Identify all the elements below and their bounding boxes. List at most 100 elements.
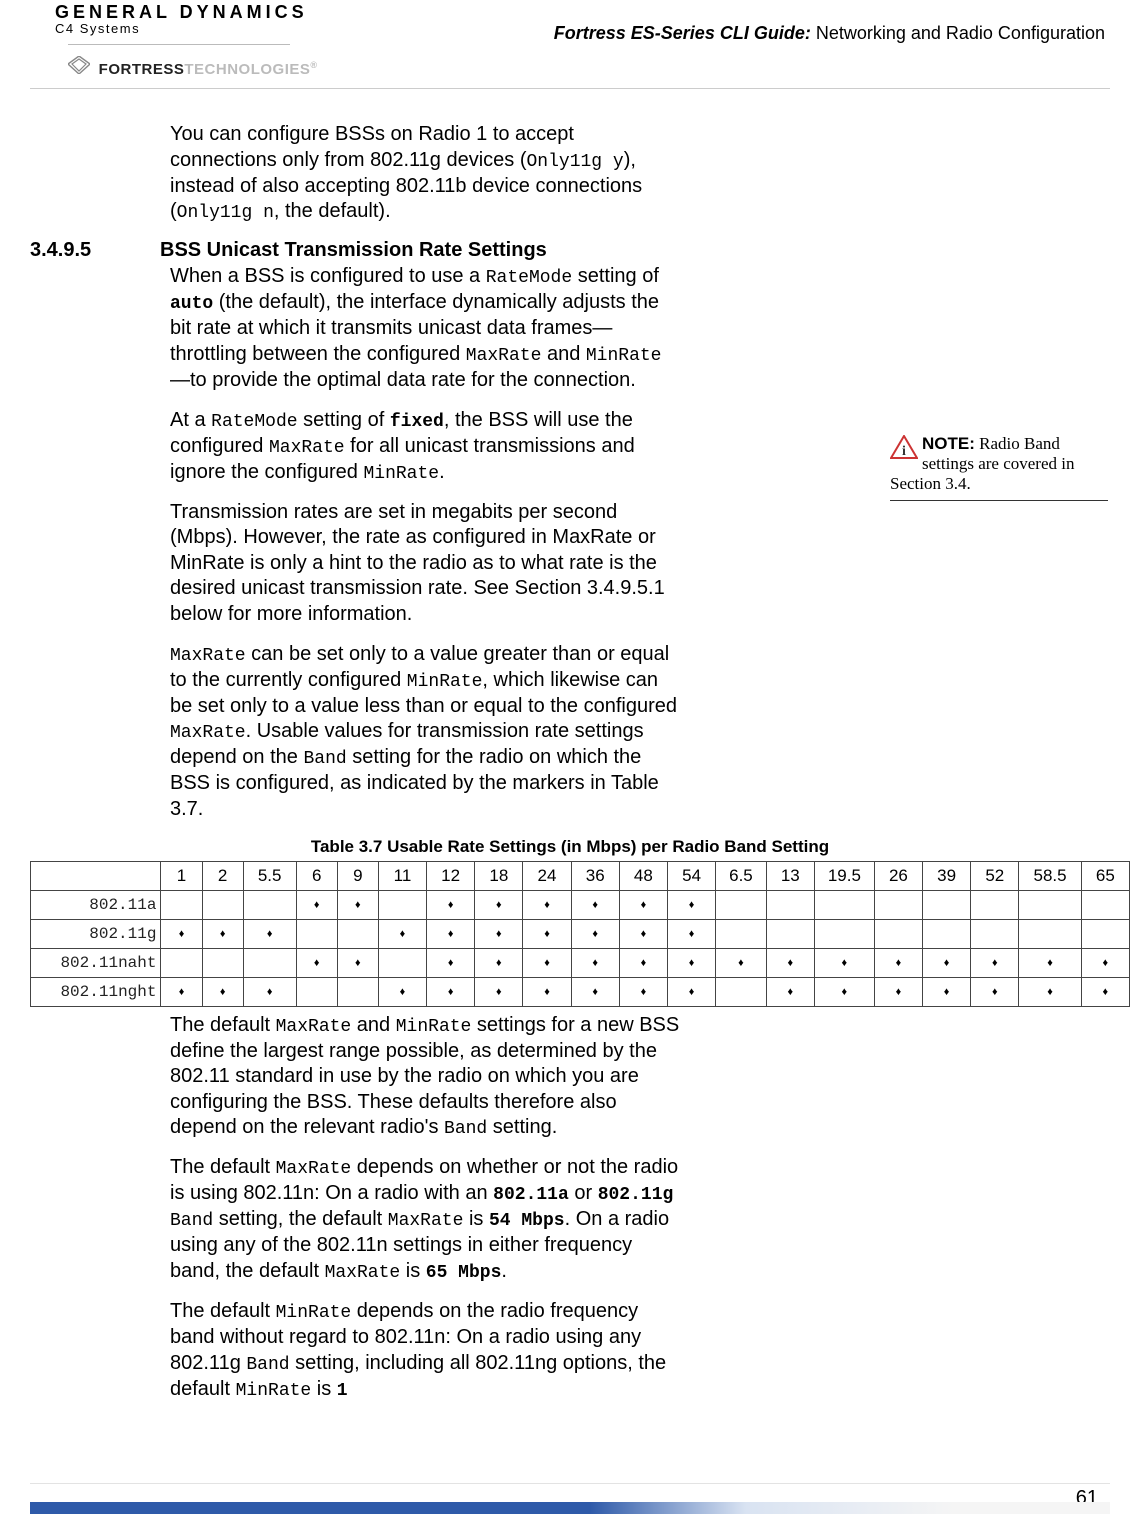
- supported-mark: ♦: [427, 919, 475, 948]
- supported-mark: ♦: [378, 977, 426, 1006]
- code: MaxRate: [170, 723, 246, 743]
- section-title: BSS Unicast Transmission Rate Settings: [160, 239, 547, 262]
- supported-mark: ♦: [161, 919, 202, 948]
- supported-mark: ♦: [716, 948, 767, 977]
- table-row-label: 802.11a: [31, 890, 161, 919]
- empty-cell: [202, 948, 243, 977]
- supported-mark: ♦: [766, 948, 814, 977]
- supported-mark: ♦: [814, 948, 874, 977]
- code: MaxRate: [170, 646, 246, 666]
- header-rule: [30, 88, 1110, 89]
- supported-mark: ♦: [296, 890, 337, 919]
- supported-mark: ♦: [523, 977, 571, 1006]
- text: is: [311, 1378, 337, 1400]
- table-header-cell: 12: [427, 861, 475, 890]
- text: and: [541, 343, 585, 365]
- supported-mark: ♦: [337, 890, 378, 919]
- note-label: NOTE:: [922, 434, 975, 453]
- code: Only11g y: [527, 152, 624, 172]
- table-header-cell: 24: [523, 861, 571, 890]
- table-header-cell: 52: [971, 861, 1019, 890]
- code: MinRate: [236, 1381, 312, 1401]
- empty-cell: [161, 890, 202, 919]
- table-header-cell: 39: [923, 861, 971, 890]
- supported-mark: ♦: [667, 977, 715, 1006]
- empty-cell: [874, 890, 922, 919]
- supported-mark: ♦: [202, 977, 243, 1006]
- supported-mark: ♦: [971, 977, 1019, 1006]
- body-text: When a BSS is configured to use a RateMo…: [170, 264, 680, 822]
- supported-mark: ♦: [475, 890, 523, 919]
- code: 54 Mbps: [489, 1211, 565, 1231]
- code: 802.11a: [493, 1185, 569, 1205]
- supported-mark: ♦: [571, 890, 619, 919]
- empty-cell: [766, 890, 814, 919]
- footer-rule: [30, 1483, 1110, 1484]
- table-caption: Table 3.7 Usable Rate Settings (in Mbps)…: [30, 837, 1110, 857]
- page-title-product: Fortress ES-Series CLI Guide:: [554, 23, 811, 43]
- supported-mark: ♦: [337, 948, 378, 977]
- supported-mark: ♦: [1081, 948, 1129, 977]
- empty-cell: [296, 977, 337, 1006]
- empty-cell: [971, 919, 1019, 948]
- code: MaxRate: [388, 1211, 464, 1231]
- content-area: You can configure BSSs on Radio 1 to acc…: [0, 90, 1140, 1403]
- supported-mark: ♦: [874, 977, 922, 1006]
- text: .: [439, 461, 445, 483]
- supported-mark: ♦: [161, 977, 202, 1006]
- supported-mark: ♦: [296, 948, 337, 977]
- empty-cell: [378, 890, 426, 919]
- page-footer: 61: [0, 1474, 1140, 1514]
- code: MaxRate: [466, 346, 542, 366]
- code: Band: [170, 1211, 213, 1231]
- supported-mark: ♦: [202, 919, 243, 948]
- text: setting.: [487, 1116, 557, 1138]
- table-header-cell: 11: [378, 861, 426, 890]
- supported-mark: ♦: [667, 919, 715, 948]
- code: MinRate: [276, 1303, 352, 1323]
- table-row: 802.11a♦♦♦♦♦♦♦♦: [31, 890, 1130, 919]
- code: MinRate: [396, 1017, 472, 1037]
- product-logo-bold: FORTRESS: [99, 61, 185, 78]
- page-title-section: Networking and Radio Configuration: [811, 23, 1105, 43]
- code: Only11g n: [177, 203, 274, 223]
- reg-mark: ®: [310, 60, 317, 70]
- section-number: 3.4.9.5: [30, 239, 160, 262]
- empty-cell: [814, 919, 874, 948]
- empty-cell: [1019, 890, 1081, 919]
- table-body: 802.11a♦♦♦♦♦♦♦♦802.11g♦♦♦♦♦♦♦♦♦♦802.11na…: [31, 890, 1130, 1006]
- text: —to provide the optimal data rate for th…: [170, 369, 636, 391]
- table-header-cell: 18: [475, 861, 523, 890]
- intro-paragraph: You can configure BSSs on Radio 1 to acc…: [170, 122, 680, 225]
- code: MinRate: [586, 346, 662, 366]
- product-logo-light: TECHNOLOGIES: [184, 61, 310, 78]
- supported-mark: ♦: [427, 977, 475, 1006]
- code: MaxRate: [325, 1263, 401, 1283]
- code: RateMode: [486, 268, 572, 288]
- table-row-label: 802.11naht: [31, 948, 161, 977]
- product-logo: FORTRESSTECHNOLOGIES®: [68, 56, 318, 78]
- footer-bar-gradient: [590, 1502, 1110, 1514]
- empty-cell: [243, 948, 296, 977]
- supported-mark: ♦: [243, 977, 296, 1006]
- supported-mark: ♦: [427, 890, 475, 919]
- table-corner: [31, 861, 161, 890]
- table-header-cell: 9: [337, 861, 378, 890]
- empty-cell: [766, 919, 814, 948]
- empty-cell: [1081, 919, 1129, 948]
- table-row: 802.11naht♦♦♦♦♦♦♦♦♦♦♦♦♦♦♦♦: [31, 948, 1130, 977]
- code: 1: [337, 1381, 348, 1401]
- code: 65 Mbps: [426, 1263, 502, 1283]
- supported-mark: ♦: [523, 948, 571, 977]
- code: MaxRate: [276, 1159, 352, 1179]
- supported-mark: ♦: [523, 919, 571, 948]
- table-row-label: 802.11g: [31, 919, 161, 948]
- supported-mark: ♦: [475, 948, 523, 977]
- supported-mark: ♦: [475, 977, 523, 1006]
- text: , the default).: [274, 200, 391, 222]
- supported-mark: ♦: [475, 919, 523, 948]
- supported-mark: ♦: [619, 890, 667, 919]
- table-header-cell: 1: [161, 861, 202, 890]
- code: Band: [303, 749, 346, 769]
- empty-cell: [923, 890, 971, 919]
